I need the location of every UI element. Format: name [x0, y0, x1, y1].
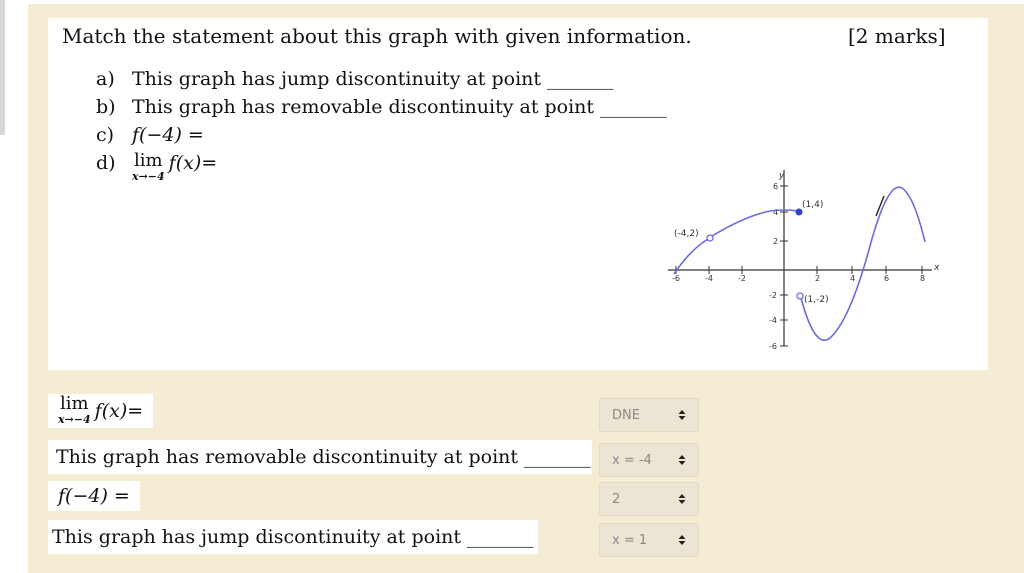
- limit-notation: lim x→−4: [58, 393, 91, 426]
- limit-notation: lim x→−4: [132, 150, 165, 183]
- select-arrows-icon: [678, 455, 686, 465]
- match-prompt-text: f(−4) =: [58, 485, 130, 507]
- x-tick-label: -4: [705, 274, 713, 283]
- point-label: (-4,2): [674, 229, 699, 239]
- select-value: x = 1: [612, 532, 648, 548]
- statement-c: c) f(−4) =: [96, 124, 204, 146]
- limit-operator: lim: [134, 150, 163, 171]
- match-prompt-text: f(x)=: [94, 400, 144, 422]
- open-point-jump: [796, 292, 804, 300]
- question-marks: [2 marks]: [848, 24, 946, 48]
- y-tick-label: 6: [773, 182, 778, 191]
- answer-select-limit[interactable]: DNE: [599, 398, 699, 432]
- answer-select-jump[interactable]: x = 1: [599, 523, 699, 557]
- match-prompt-removable: This graph has removable discontinuity a…: [48, 440, 592, 474]
- match-prompt-value: f(−4) =: [48, 481, 140, 511]
- select-value: 2: [612, 491, 621, 507]
- statement-text: f(x)=: [168, 152, 218, 174]
- question-title: Match the statement about this graph wit…: [62, 24, 692, 48]
- y-tick-label: -4: [769, 316, 777, 325]
- limit-subscript: x→−4: [132, 170, 165, 183]
- select-arrows-icon: [678, 494, 686, 504]
- y-tick-label: 2: [773, 237, 778, 246]
- statement-text: f(−4) =: [132, 124, 204, 146]
- x-axis-label: x: [933, 263, 940, 273]
- select-arrows-icon: [678, 535, 686, 545]
- x-tick-label: 4: [850, 274, 855, 283]
- answer-select-value[interactable]: 2: [599, 482, 699, 516]
- statement-letter: d): [96, 152, 116, 174]
- statement-letter: b): [96, 96, 116, 118]
- x-tick-label: -6: [672, 274, 680, 283]
- x-tick-label: 8: [920, 274, 925, 283]
- select-value: DNE: [612, 407, 640, 423]
- match-prompt-text: This graph has removable discontinuity a…: [56, 446, 591, 468]
- curve-left-segment: [673, 238, 709, 275]
- y-tick-label: 4: [773, 208, 778, 217]
- x-tick-label: 2: [815, 274, 820, 283]
- statement-text: This graph has removable discontinuity a…: [132, 96, 667, 118]
- limit-operator: lim: [60, 393, 89, 414]
- answer-select-removable[interactable]: x = -4: [599, 443, 699, 477]
- y-tick-label: -6: [769, 342, 777, 351]
- match-prompt-jump: This graph has jump discontinuity at poi…: [48, 520, 538, 554]
- select-value: x = -4: [612, 452, 652, 468]
- statement-d: d) lim x→−4 f(x)=: [96, 150, 218, 183]
- curve-right-segment: [800, 186, 926, 341]
- point-label: (1,4): [802, 200, 823, 210]
- limit-subscript: x→−4: [58, 413, 91, 426]
- page-scroll-edge: [0, 0, 5, 135]
- x-tick-label: -2: [738, 274, 746, 283]
- open-point-hole: [706, 234, 714, 242]
- statement-text: This graph has jump discontinuity at poi…: [132, 68, 614, 90]
- y-tick-label: -2: [769, 291, 777, 300]
- statement-b: b) This graph has removable discontinuity…: [96, 96, 667, 118]
- select-arrows-icon: [678, 410, 686, 420]
- statement-letter: a): [96, 68, 115, 90]
- match-prompt-text: This graph has jump discontinuity at poi…: [52, 526, 534, 548]
- statement-letter: c): [96, 124, 115, 146]
- y-axis-label: y: [778, 171, 785, 181]
- x-tick-label: 6: [884, 274, 889, 283]
- curve-middle-segment: [711, 209, 799, 237]
- statement-a: a) This graph has jump discontinuity at p…: [96, 68, 614, 90]
- point-label: (1,-2): [804, 295, 829, 305]
- function-graph: -6 -4 -2 2 4 6 8 6 4 2 -2 -4 -6 y x (1,4…: [668, 170, 940, 351]
- match-prompt-limit: lim x→−4 f(x)=: [48, 393, 154, 428]
